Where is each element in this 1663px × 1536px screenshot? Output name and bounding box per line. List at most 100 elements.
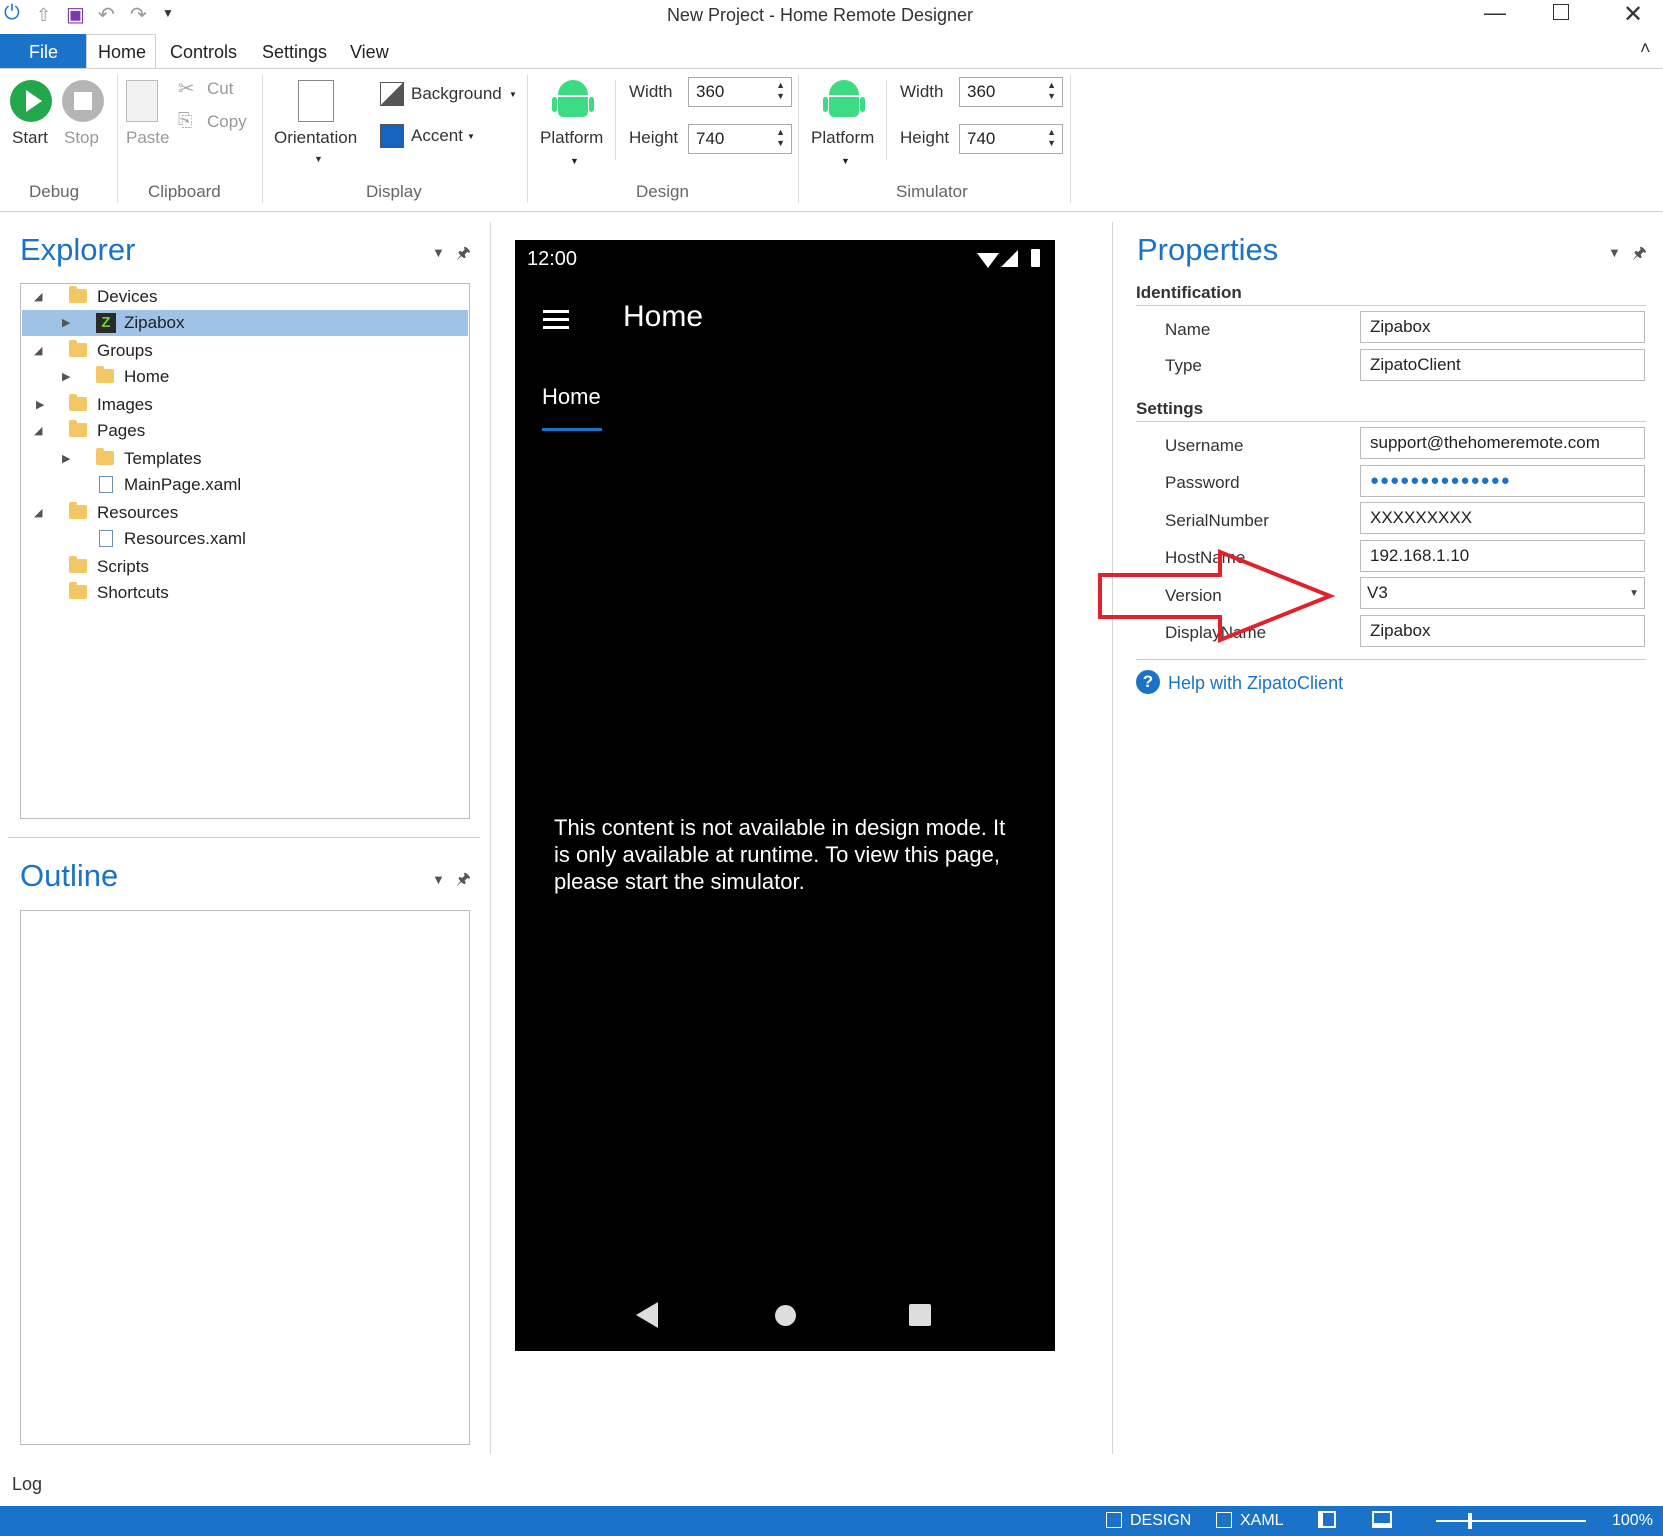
collapsed-arrow-icon[interactable]: ▶: [36, 392, 44, 418]
tab-view[interactable]: View: [350, 36, 389, 68]
tree-item-shortcuts[interactable]: Shortcuts: [22, 580, 468, 606]
tree-item-resources[interactable]: ◢ Resources: [22, 500, 468, 526]
back-nav-icon[interactable]: [636, 1302, 658, 1328]
customize-qat-icon[interactable]: ▼: [162, 6, 174, 20]
expanded-arrow-icon[interactable]: ◢: [34, 500, 42, 526]
design-height-spinner[interactable]: 740 ▲ ▼: [688, 124, 792, 154]
design-view-icon[interactable]: [1106, 1512, 1122, 1528]
paste-icon[interactable]: [126, 80, 158, 122]
version-value[interactable]: V3: [1367, 583, 1388, 602]
split-vertical-icon[interactable]: [1318, 1511, 1336, 1528]
collapse-ribbon-icon[interactable]: ˄: [1640, 38, 1651, 59]
spinner-arrows-icon[interactable]: ▲ ▼: [776, 80, 785, 102]
tab-settings[interactable]: Settings: [262, 36, 327, 68]
start-icon[interactable]: [10, 80, 52, 122]
tree-item-groups[interactable]: ◢ Groups: [22, 338, 468, 364]
tree-item-templates[interactable]: ▶ Templates: [22, 446, 468, 472]
accent-swatch-icon[interactable]: [380, 124, 404, 148]
collapsed-arrow-icon[interactable]: ▶: [62, 446, 70, 472]
android-platform-icon[interactable]: [823, 78, 865, 122]
phone-preview[interactable]: 12:00 Home Home This content is not avai…: [515, 240, 1055, 1351]
copy-icon[interactable]: ⎘: [178, 110, 192, 131]
close-icon[interactable]: ✕: [1623, 0, 1643, 29]
version-select[interactable]: V3 ▼: [1360, 577, 1645, 609]
tree-item-zipabox[interactable]: ▶ Z Zipabox: [22, 310, 468, 336]
panel-splitter[interactable]: [1112, 222, 1113, 1454]
explorer-pin-icon[interactable]: 🖈: [456, 242, 471, 269]
cut-icon[interactable]: ✂: [178, 76, 195, 101]
properties-pin-icon[interactable]: 🖈: [1632, 242, 1647, 269]
help-icon[interactable]: ?: [1136, 670, 1160, 694]
xaml-view-icon[interactable]: [1216, 1512, 1232, 1528]
hostname-field[interactable]: 192.168.1.10: [1360, 540, 1645, 572]
spinner-arrows-icon[interactable]: ▲ ▼: [1047, 127, 1056, 149]
android-platform-icon[interactable]: [552, 78, 594, 122]
expanded-arrow-icon[interactable]: ◢: [34, 418, 42, 444]
tree-item-scripts[interactable]: Scripts: [22, 554, 468, 580]
stop-button[interactable]: Stop: [64, 128, 99, 148]
home-nav-icon[interactable]: [775, 1305, 796, 1326]
expanded-arrow-icon[interactable]: ◢: [34, 284, 42, 310]
xaml-view-button[interactable]: XAML: [1240, 1512, 1284, 1530]
zoom-slider[interactable]: [1436, 1513, 1586, 1529]
tree-item-devices[interactable]: ◢ Devices: [22, 284, 468, 310]
outline-menu-icon[interactable]: ▼: [432, 872, 445, 887]
spinner-arrows-icon[interactable]: ▲ ▼: [1047, 80, 1056, 102]
hamburger-menu-icon[interactable]: [543, 310, 569, 329]
displayname-field[interactable]: Zipabox: [1360, 615, 1645, 647]
properties-menu-icon[interactable]: ▼: [1608, 245, 1621, 260]
orientation-icon[interactable]: [298, 80, 334, 122]
background-dropdown-icon[interactable]: ▼: [509, 90, 517, 99]
zoom-slider-thumb[interactable]: [1468, 1513, 1472, 1529]
outline-tree[interactable]: [20, 910, 470, 1445]
collapsed-arrow-icon[interactable]: ▶: [62, 310, 70, 336]
design-height-value[interactable]: 740: [696, 129, 724, 149]
type-field[interactable]: ZipatoClient: [1360, 349, 1645, 381]
spinner-arrows-icon[interactable]: ▲ ▼: [776, 127, 785, 149]
password-field[interactable]: ●●●●●●●●●●●●●●: [1360, 465, 1645, 497]
split-horizontal-icon[interactable]: [1372, 1511, 1392, 1528]
redo-icon[interactable]: ↷: [130, 2, 147, 27]
save-icon[interactable]: ▣: [66, 2, 85, 27]
explorer-outline-divider[interactable]: [8, 837, 480, 838]
simulator-width-spinner[interactable]: 360 ▲ ▼: [959, 77, 1063, 107]
stop-icon[interactable]: [62, 80, 104, 122]
outline-pin-icon[interactable]: 🖈: [456, 868, 471, 895]
background-swatch-icon[interactable]: [380, 82, 404, 106]
help-link[interactable]: Help with ZipatoClient: [1168, 673, 1343, 694]
expanded-arrow-icon[interactable]: ◢: [34, 338, 42, 364]
copy-button[interactable]: Copy: [207, 112, 247, 132]
tab-controls[interactable]: Controls: [170, 36, 237, 68]
serialnumber-field[interactable]: XXXXXXXXX: [1360, 502, 1645, 534]
background-button[interactable]: Background: [411, 84, 502, 104]
panel-splitter[interactable]: [490, 222, 491, 1454]
maximize-icon[interactable]: [1553, 4, 1569, 20]
tab-home[interactable]: Home: [98, 36, 146, 68]
chevron-down-icon[interactable]: ▼: [1629, 579, 1639, 609]
design-width-value[interactable]: 360: [696, 82, 724, 102]
accent-button[interactable]: Accent: [411, 126, 463, 146]
recents-nav-icon[interactable]: [909, 1304, 931, 1326]
name-field[interactable]: Zipabox: [1360, 311, 1645, 343]
cut-button[interactable]: Cut: [207, 79, 233, 99]
orientation-button[interactable]: Orientation: [274, 128, 357, 148]
undo-icon[interactable]: ↶: [98, 2, 115, 27]
tree-item-mainpage[interactable]: MainPage.xaml: [22, 472, 468, 498]
orientation-dropdown-icon[interactable]: ▼: [314, 154, 323, 164]
start-button[interactable]: Start: [12, 128, 48, 148]
simulator-width-value[interactable]: 360: [967, 82, 995, 102]
minimize-icon[interactable]: —: [1484, 0, 1506, 26]
design-platform-dropdown-icon[interactable]: ▼: [570, 156, 579, 166]
tab-file[interactable]: File: [29, 36, 58, 68]
tree-item-resources-xaml[interactable]: Resources.xaml: [22, 526, 468, 552]
design-width-spinner[interactable]: 360 ▲ ▼: [688, 77, 792, 107]
tree-item-pages[interactable]: ◢ Pages: [22, 418, 468, 444]
username-field[interactable]: support@thehomeremote.com: [1360, 427, 1645, 459]
phone-tab-home[interactable]: Home: [542, 384, 601, 410]
simulator-height-spinner[interactable]: 740 ▲ ▼: [959, 124, 1063, 154]
paste-button[interactable]: Paste: [126, 128, 169, 148]
log-label[interactable]: Log: [12, 1474, 42, 1495]
tree-item-home[interactable]: ▶ Home: [22, 364, 468, 390]
simulator-height-value[interactable]: 740: [967, 129, 995, 149]
design-view-button[interactable]: DESIGN: [1130, 1512, 1191, 1530]
